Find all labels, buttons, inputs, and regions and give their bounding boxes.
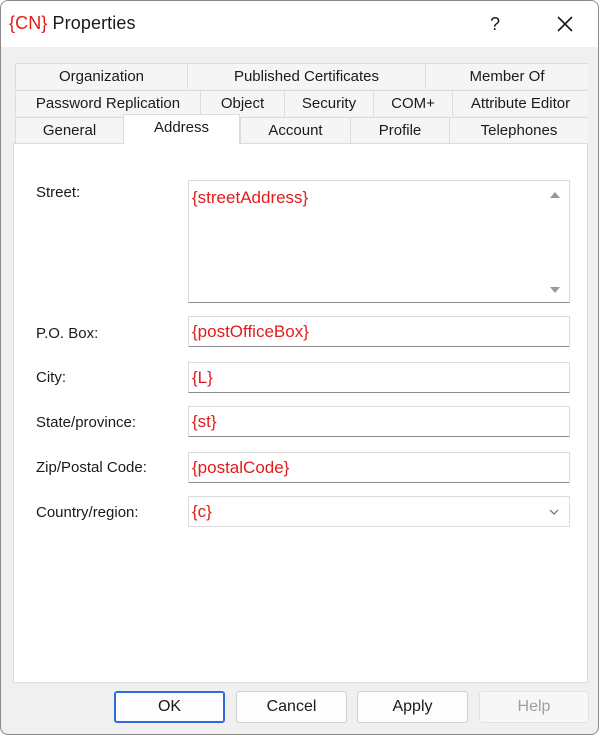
tab-com-plus[interactable]: COM+ [373, 90, 452, 116]
zip-postal-code-label: Zip/Postal Code: [36, 459, 147, 476]
street-label: Street: [36, 184, 81, 201]
ok-button[interactable]: OK [114, 691, 225, 723]
zip-postal-code-value: {postalCode} [192, 458, 290, 477]
street-textarea[interactable]: {streetAddress} [188, 180, 570, 303]
help-title-button[interactable]: ? [475, 7, 515, 41]
scroll-up-arrow-icon[interactable] [550, 192, 560, 198]
help-button[interactable]: Help [479, 691, 589, 723]
tab-object[interactable]: Object [200, 90, 284, 116]
title-text: Properties [52, 13, 136, 33]
tab-member-of[interactable]: Member Of [425, 63, 588, 89]
state-province-input[interactable]: {st} [188, 406, 570, 437]
tab-telephones[interactable]: Telephones [449, 117, 588, 143]
country-region-label: Country/region: [36, 504, 139, 521]
po-box-label: P.O. Box: [36, 325, 99, 342]
po-box-value: {postOfficeBox} [192, 322, 309, 341]
window-title: {CN} Properties [9, 13, 136, 34]
zip-postal-code-input[interactable]: {postalCode} [188, 452, 570, 483]
tab-security[interactable]: Security [284, 90, 373, 116]
tab-published-certificates[interactable]: Published Certificates [187, 63, 425, 89]
properties-dialog: {CN} Properties ? Organization Published… [0, 0, 599, 735]
scroll-down-arrow-icon[interactable] [550, 287, 560, 293]
state-province-label: State/province: [36, 414, 137, 431]
state-province-value: {st} [192, 412, 217, 431]
city-label: City: [36, 369, 66, 386]
po-box-input[interactable]: {postOfficeBox} [188, 316, 570, 347]
title-cn-placeholder: {CN} [9, 13, 48, 33]
tab-organization[interactable]: Organization [15, 63, 187, 89]
close-icon [557, 16, 573, 32]
tab-account[interactable]: Account [240, 117, 350, 143]
cancel-button[interactable]: Cancel [236, 691, 347, 723]
address-tab-panel: Street: {streetAddress} P.O. Box: {postO… [13, 143, 588, 683]
tab-general[interactable]: General [15, 117, 123, 143]
tab-attribute-editor[interactable]: Attribute Editor [452, 90, 588, 116]
country-region-value: {c} [192, 502, 212, 521]
title-bar: {CN} Properties ? [1, 1, 598, 47]
country-region-select[interactable]: {c} [188, 496, 570, 527]
street-value: {streetAddress} [192, 188, 309, 207]
city-value: {L} [192, 368, 213, 387]
tab-address[interactable]: Address [123, 114, 240, 144]
city-input[interactable]: {L} [188, 362, 570, 393]
close-button[interactable] [541, 7, 589, 41]
tab-password-replication[interactable]: Password Replication [15, 90, 200, 116]
apply-button[interactable]: Apply [357, 691, 468, 723]
chevron-down-icon [549, 509, 559, 515]
tab-profile[interactable]: Profile [350, 117, 449, 143]
